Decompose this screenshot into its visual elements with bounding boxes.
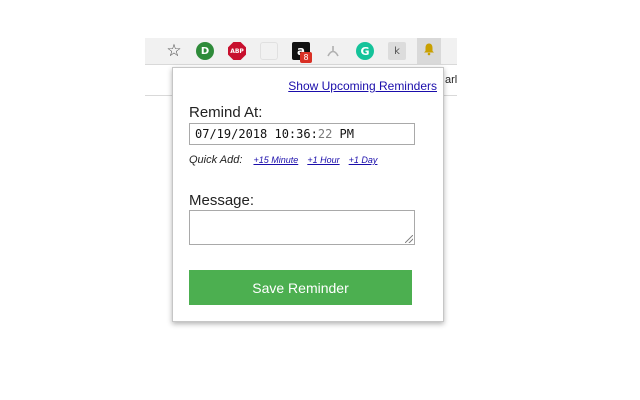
date-value[interactable]: 07/19/2018 bbox=[195, 127, 267, 141]
seconds-value[interactable]: 22 bbox=[318, 127, 332, 141]
quick-add-label: Quick Add: bbox=[189, 154, 243, 166]
quick-add-1-hour-link[interactable]: +1 Hour bbox=[307, 155, 339, 165]
pdf-glyph bbox=[327, 46, 339, 57]
ampm-value[interactable]: PM bbox=[340, 127, 354, 141]
pdf-icon[interactable] bbox=[324, 42, 342, 60]
green-circle-extension-icon[interactable]: D bbox=[196, 42, 214, 60]
resize-grip-icon[interactable] bbox=[405, 235, 413, 243]
star-icon[interactable]: ☆ bbox=[165, 41, 183, 61]
ghost-extension-icon[interactable] bbox=[260, 42, 278, 60]
time-value[interactable]: 10:36: bbox=[274, 127, 317, 141]
bell-glyph bbox=[424, 43, 434, 56]
message-label: Message: bbox=[189, 192, 255, 209]
grammarly-icon[interactable]: G bbox=[356, 42, 374, 60]
remind-at-datetime-input[interactable]: 07/19/2018 10:36:22 PM bbox=[189, 123, 415, 145]
quick-add-row: Quick Add: +15 Minute +1 Hour +1 Day bbox=[189, 154, 377, 166]
show-upcoming-reminders-link[interactable]: Show Upcoming Reminders bbox=[288, 79, 437, 93]
amazon-badge: 8 bbox=[300, 52, 312, 63]
message-textarea[interactable] bbox=[189, 210, 415, 245]
remind-at-label: Remind At: bbox=[189, 104, 263, 121]
save-reminder-button[interactable]: Save Reminder bbox=[189, 270, 412, 305]
bell-icon bbox=[422, 42, 436, 60]
reminder-popup: Show Upcoming Reminders Remind At: 07/19… bbox=[172, 67, 444, 322]
kiwi-extension-icon[interactable]: k bbox=[388, 42, 406, 60]
quick-add-1-day-link[interactable]: +1 Day bbox=[349, 155, 378, 165]
quick-add-15-minute-link[interactable]: +15 Minute bbox=[253, 155, 298, 165]
bookmark-item-partial[interactable]: arl bbox=[445, 74, 457, 86]
reminder-extension-button[interactable] bbox=[417, 38, 441, 64]
